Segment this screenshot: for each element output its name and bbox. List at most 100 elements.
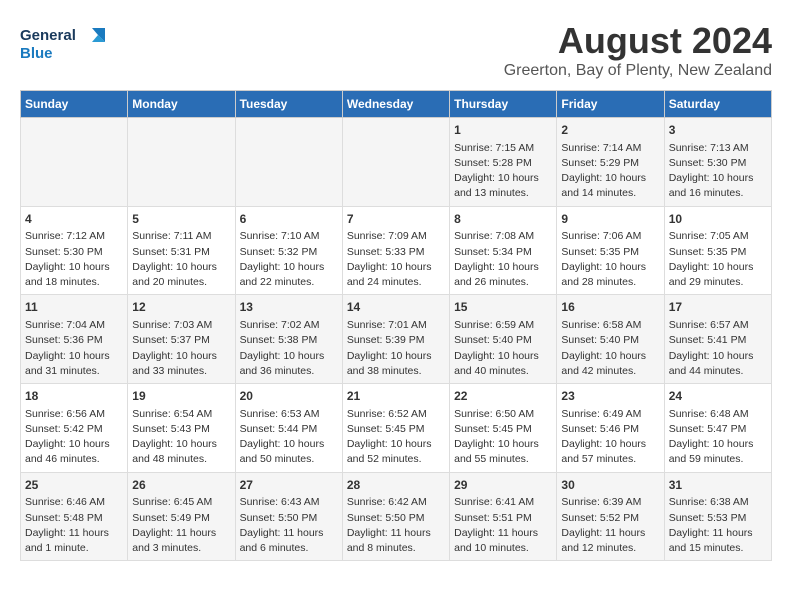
header-thursday: Thursday xyxy=(450,91,557,118)
calendar-cell: 22 Sunrise: 6:50 AM Sunset: 5:45 PM Dayli… xyxy=(450,384,557,473)
day-content: Sunrise: 7:11 AM Sunset: 5:31 PM Dayligh… xyxy=(132,229,230,290)
header-wednesday: Wednesday xyxy=(342,91,449,118)
calendar-cell: 19 Sunrise: 6:54 AM Sunset: 5:43 PM Dayli… xyxy=(128,384,235,473)
calendar-cell: 5Sunrise: 7:11 AM Sunset: 5:31 PM Daylig… xyxy=(128,206,235,295)
subtitle: Greerton, Bay of Plenty, New Zealand xyxy=(504,62,772,80)
day-content: Sunrise: 6:59 AM Sunset: 5:40 PM Dayligh… xyxy=(454,318,552,379)
day-number: 24 xyxy=(669,388,767,405)
calendar-cell: 6Sunrise: 7:10 AM Sunset: 5:32 PM Daylig… xyxy=(235,206,342,295)
day-number: 30 xyxy=(561,477,659,494)
page-header: General Blue August 2024 Greerton, Bay o… xyxy=(20,20,772,80)
day-content: Sunrise: 7:14 AM Sunset: 5:29 PM Dayligh… xyxy=(561,141,659,202)
day-content: Sunrise: 6:42 AM Sunset: 5:50 PM Dayligh… xyxy=(347,495,445,556)
day-content: Sunrise: 7:10 AM Sunset: 5:32 PM Dayligh… xyxy=(240,229,338,290)
day-content: Sunrise: 6:58 AM Sunset: 5:40 PM Dayligh… xyxy=(561,318,659,379)
day-content: Sunrise: 6:53 AM Sunset: 5:44 PM Dayligh… xyxy=(240,407,338,468)
calendar-cell: 11Sunrise: 7:04 AM Sunset: 5:36 PM Dayli… xyxy=(21,295,128,384)
day-number: 2 xyxy=(561,122,659,139)
day-number: 17 xyxy=(669,299,767,316)
day-content: Sunrise: 6:57 AM Sunset: 5:41 PM Dayligh… xyxy=(669,318,767,379)
day-number: 16 xyxy=(561,299,659,316)
calendar-cell xyxy=(21,118,128,207)
calendar-cell: 21Sunrise: 6:52 AM Sunset: 5:45 PM Dayli… xyxy=(342,384,449,473)
day-content: Sunrise: 6:46 AM Sunset: 5:48 PM Dayligh… xyxy=(25,495,123,556)
svg-text:General: General xyxy=(20,27,76,44)
main-title: August 2024 xyxy=(504,20,772,62)
calendar-cell: 29Sunrise: 6:41 AM Sunset: 5:51 PM Dayli… xyxy=(450,472,557,561)
calendar-cell: 26Sunrise: 6:45 AM Sunset: 5:49 PM Dayli… xyxy=(128,472,235,561)
logo: General Blue xyxy=(20,20,110,65)
title-block: August 2024 Greerton, Bay of Plenty, New… xyxy=(504,20,772,80)
day-content: Sunrise: 6:38 AM Sunset: 5:53 PM Dayligh… xyxy=(669,495,767,556)
day-number: 9 xyxy=(561,211,659,228)
header-saturday: Saturday xyxy=(664,91,771,118)
calendar-cell: 30Sunrise: 6:39 AM Sunset: 5:52 PM Dayli… xyxy=(557,472,664,561)
calendar-cell: 16 Sunrise: 6:58 AM Sunset: 5:40 PM Dayli… xyxy=(557,295,664,384)
day-number: 23 xyxy=(561,388,659,405)
calendar-cell: 20 Sunrise: 6:53 AM Sunset: 5:44 PM Dayli… xyxy=(235,384,342,473)
calendar-cell xyxy=(235,118,342,207)
day-content: Sunrise: 6:56 AM Sunset: 5:42 PM Dayligh… xyxy=(25,407,123,468)
day-number: 4 xyxy=(25,211,123,228)
calendar-table: Sunday Monday Tuesday Wednesday Thursday… xyxy=(20,90,772,561)
day-content: Sunrise: 6:50 AM Sunset: 5:45 PM Dayligh… xyxy=(454,407,552,468)
day-number: 13 xyxy=(240,299,338,316)
day-number: 29 xyxy=(454,477,552,494)
calendar-cell: 17 Sunrise: 6:57 AM Sunset: 5:41 PM Dayli… xyxy=(664,295,771,384)
calendar-cell: 27Sunrise: 6:43 AM Sunset: 5:50 PM Dayli… xyxy=(235,472,342,561)
day-number: 14 xyxy=(347,299,445,316)
calendar-cell: 18 Sunrise: 6:56 AM Sunset: 5:42 PM Dayli… xyxy=(21,384,128,473)
calendar-cell: 7Sunrise: 7:09 AM Sunset: 5:33 PM Daylig… xyxy=(342,206,449,295)
day-content: Sunrise: 6:48 AM Sunset: 5:47 PM Dayligh… xyxy=(669,407,767,468)
day-number: 20 xyxy=(240,388,338,405)
calendar-cell: 14 Sunrise: 7:01 AM Sunset: 5:39 PM Dayli… xyxy=(342,295,449,384)
calendar-cell: 15 Sunrise: 6:59 AM Sunset: 5:40 PM Dayli… xyxy=(450,295,557,384)
day-content: Sunrise: 7:13 AM Sunset: 5:30 PM Dayligh… xyxy=(669,141,767,202)
day-number: 1 xyxy=(454,122,552,139)
day-content: Sunrise: 7:06 AM Sunset: 5:35 PM Dayligh… xyxy=(561,229,659,290)
calendar-week-row: 25Sunrise: 6:46 AM Sunset: 5:48 PM Dayli… xyxy=(21,472,772,561)
day-number: 25 xyxy=(25,477,123,494)
header-monday: Monday xyxy=(128,91,235,118)
calendar-cell: 9Sunrise: 7:06 AM Sunset: 5:35 PM Daylig… xyxy=(557,206,664,295)
day-content: Sunrise: 7:02 AM Sunset: 5:38 PM Dayligh… xyxy=(240,318,338,379)
day-content: Sunrise: 7:09 AM Sunset: 5:33 PM Dayligh… xyxy=(347,229,445,290)
calendar-cell: 13 Sunrise: 7:02 AM Sunset: 5:38 PM Dayli… xyxy=(235,295,342,384)
calendar-cell: 12Sunrise: 7:03 AM Sunset: 5:37 PM Dayli… xyxy=(128,295,235,384)
calendar-cell: 28Sunrise: 6:42 AM Sunset: 5:50 PM Dayli… xyxy=(342,472,449,561)
calendar-cell: 8Sunrise: 7:08 AM Sunset: 5:34 PM Daylig… xyxy=(450,206,557,295)
day-number: 11 xyxy=(25,299,123,316)
calendar-cell: 25Sunrise: 6:46 AM Sunset: 5:48 PM Dayli… xyxy=(21,472,128,561)
calendar-week-row: 4Sunrise: 7:12 AM Sunset: 5:30 PM Daylig… xyxy=(21,206,772,295)
day-content: Sunrise: 7:03 AM Sunset: 5:37 PM Dayligh… xyxy=(132,318,230,379)
day-number: 10 xyxy=(669,211,767,228)
day-number: 3 xyxy=(669,122,767,139)
day-content: Sunrise: 6:45 AM Sunset: 5:49 PM Dayligh… xyxy=(132,495,230,556)
calendar-cell: 31Sunrise: 6:38 AM Sunset: 5:53 PM Dayli… xyxy=(664,472,771,561)
day-content: Sunrise: 6:49 AM Sunset: 5:46 PM Dayligh… xyxy=(561,407,659,468)
day-content: Sunrise: 7:15 AM Sunset: 5:28 PM Dayligh… xyxy=(454,141,552,202)
day-number: 8 xyxy=(454,211,552,228)
day-content: Sunrise: 7:01 AM Sunset: 5:39 PM Dayligh… xyxy=(347,318,445,379)
calendar-cell: 3 Sunrise: 7:13 AM Sunset: 5:30 PM Daylig… xyxy=(664,118,771,207)
header-sunday: Sunday xyxy=(21,91,128,118)
day-number: 22 xyxy=(454,388,552,405)
day-content: Sunrise: 7:12 AM Sunset: 5:30 PM Dayligh… xyxy=(25,229,123,290)
calendar-cell: 1 Sunrise: 7:15 AM Sunset: 5:28 PM Daylig… xyxy=(450,118,557,207)
calendar-header-row: Sunday Monday Tuesday Wednesday Thursday… xyxy=(21,91,772,118)
calendar-week-row: 1 Sunrise: 7:15 AM Sunset: 5:28 PM Daylig… xyxy=(21,118,772,207)
calendar-cell: 2 Sunrise: 7:14 AM Sunset: 5:29 PM Daylig… xyxy=(557,118,664,207)
day-content: Sunrise: 6:52 AM Sunset: 5:45 PM Dayligh… xyxy=(347,407,445,468)
day-number: 19 xyxy=(132,388,230,405)
day-number: 15 xyxy=(454,299,552,316)
day-number: 7 xyxy=(347,211,445,228)
day-number: 18 xyxy=(25,388,123,405)
calendar-week-row: 11Sunrise: 7:04 AM Sunset: 5:36 PM Dayli… xyxy=(21,295,772,384)
day-number: 26 xyxy=(132,477,230,494)
calendar-week-row: 18 Sunrise: 6:56 AM Sunset: 5:42 PM Dayli… xyxy=(21,384,772,473)
day-content: Sunrise: 7:08 AM Sunset: 5:34 PM Dayligh… xyxy=(454,229,552,290)
day-content: Sunrise: 6:54 AM Sunset: 5:43 PM Dayligh… xyxy=(132,407,230,468)
calendar-cell xyxy=(342,118,449,207)
svg-text:Blue: Blue xyxy=(20,45,53,62)
day-number: 5 xyxy=(132,211,230,228)
